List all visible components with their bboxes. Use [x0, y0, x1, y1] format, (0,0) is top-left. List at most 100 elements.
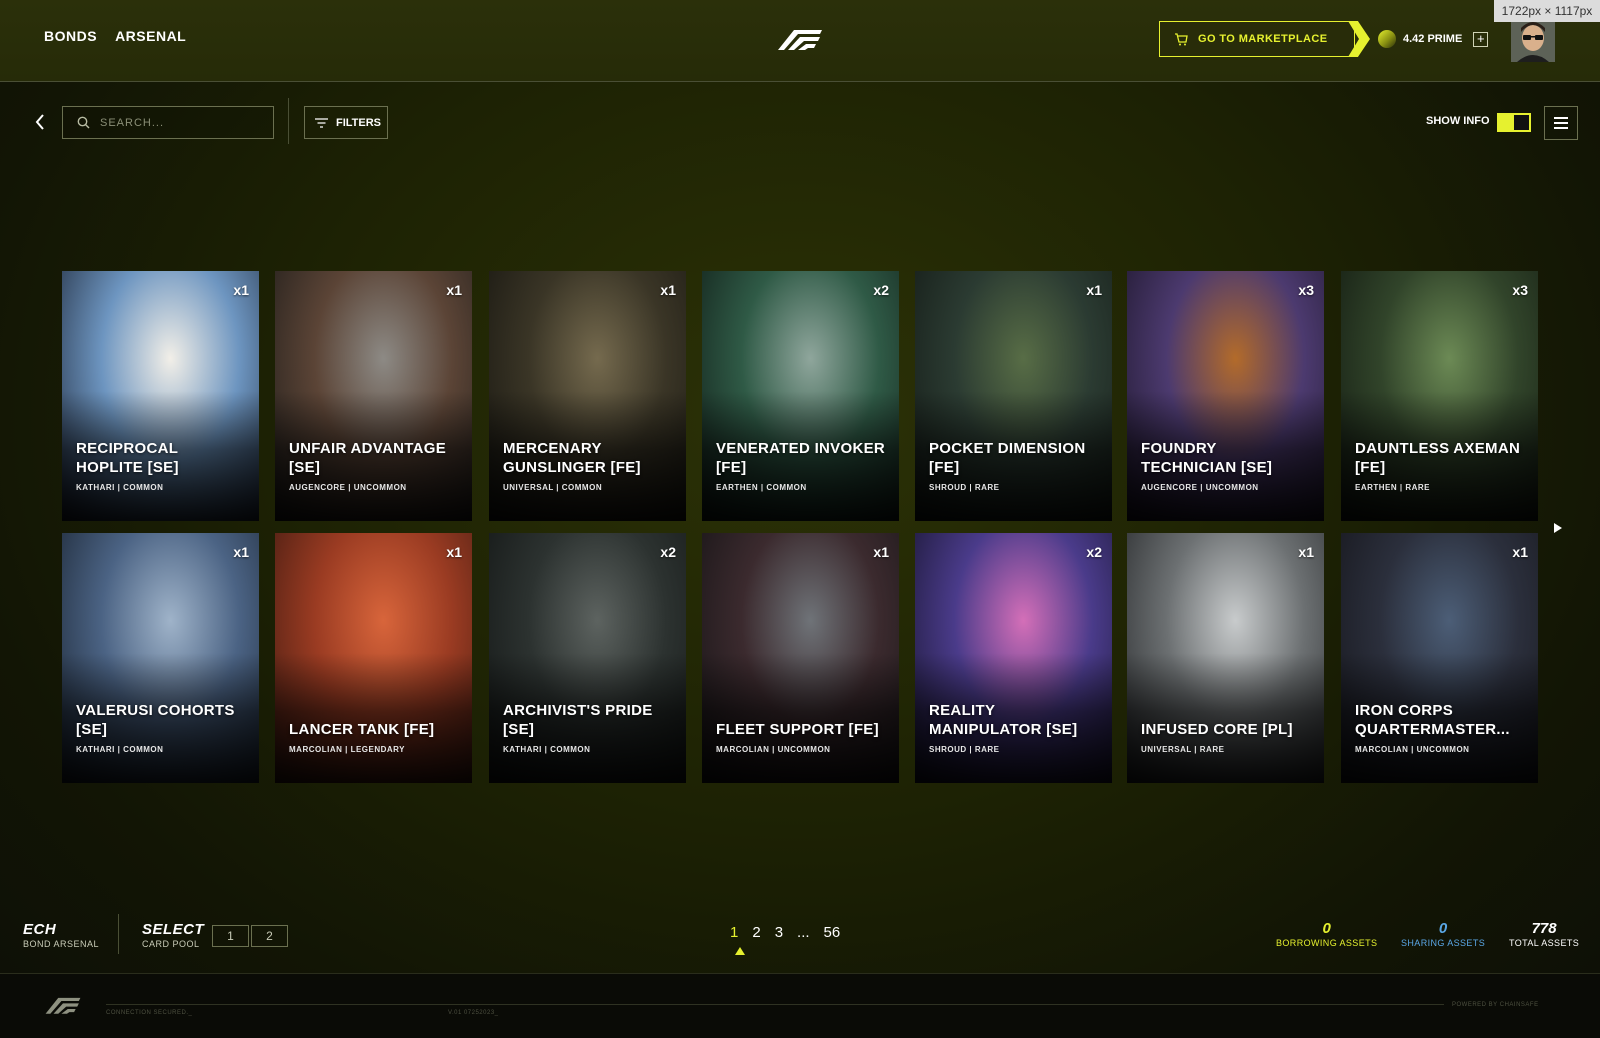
card-count: x1: [873, 544, 889, 560]
borrowing-assets-label: BORROWING ASSETS: [1276, 938, 1378, 948]
avatar-image-icon: [1511, 18, 1555, 62]
toggle-knob: [1514, 115, 1529, 130]
page-56[interactable]: 56: [824, 924, 841, 941]
card-faction-rarity: MARCOLIAN | LEGENDARY: [289, 745, 405, 754]
back-chevron-icon[interactable]: [32, 112, 48, 132]
card-count: x3: [1512, 282, 1528, 298]
select-title: SELECT: [142, 921, 205, 938]
bond-card[interactable]: x1 FLEET SUPPORT [FE] MARCOLIAN | UNCOMMON: [702, 533, 899, 783]
card-pool-1-button[interactable]: 1: [212, 925, 249, 947]
connection-status: CONNECTION SECURED._: [106, 1010, 193, 1016]
marketplace-label: GO TO MARKETPLACE: [1198, 33, 1328, 45]
main-nav: BONDS ARSENAL: [44, 28, 186, 44]
card-name: VALERUSI COHORTS [SE]: [76, 702, 235, 738]
select-block: SELECT CARD POOL: [142, 921, 204, 949]
card-shade: [702, 653, 899, 783]
nav-bonds[interactable]: BONDS: [44, 28, 97, 44]
card-name: DAUNTLESS AXEMAN [FE]: [1355, 440, 1521, 476]
show-info-label: SHOW INFO: [1426, 115, 1490, 127]
bottom-divider: [118, 914, 119, 954]
ech-subtitle: BOND ARSENAL: [23, 939, 100, 949]
footer: CONNECTION SECURED._ V.01 07252023_ POWE…: [0, 973, 1600, 1038]
card-count: x2: [873, 282, 889, 298]
card-faction-rarity: AUGENCORE | UNCOMMON: [289, 483, 407, 492]
page-1[interactable]: 1: [730, 924, 738, 941]
card-faction-rarity: UNIVERSAL | COMMON: [503, 483, 603, 492]
search-input[interactable]: [100, 116, 260, 129]
card-faction-rarity: AUGENCORE | UNCOMMON: [1141, 483, 1259, 492]
prime-balance: 4.42 PRIME +: [1378, 30, 1489, 48]
toolbar-divider: [288, 98, 289, 144]
go-to-marketplace-button[interactable]: GO TO MARKETPLACE: [1159, 21, 1370, 57]
bond-card[interactable]: x2 VENERATED INVOKER [FE] EARTHEN | COMMON: [702, 271, 899, 521]
bond-card[interactable]: x1 VALERUSI COHORTS [SE] KATHARI | COMMON: [62, 533, 259, 783]
nav-arsenal[interactable]: ARSENAL: [115, 28, 186, 44]
show-info-toggle[interactable]: [1497, 113, 1531, 132]
card-faction-rarity: EARTHEN | RARE: [1355, 483, 1431, 492]
card-name: LANCER TANK [FE]: [289, 721, 435, 738]
card-pool-2-button[interactable]: 2: [251, 925, 288, 947]
menu-button[interactable]: [1544, 106, 1578, 140]
search-icon: [77, 116, 90, 129]
card-count: x1: [233, 544, 249, 560]
filter-icon: [315, 117, 328, 128]
card-count: x1: [660, 282, 676, 298]
bond-card[interactable]: x1 POCKET DIMENSION [FE] SHROUD | RARE: [915, 271, 1112, 521]
card-faction-rarity: SHROUD | RARE: [929, 483, 1000, 492]
next-page-arrow-icon[interactable]: [1553, 522, 1563, 534]
ech-block: ECH BOND ARSENAL: [23, 921, 99, 949]
active-page-indicator-icon: [735, 947, 745, 955]
card-count: x1: [1512, 544, 1528, 560]
card-name: POCKET DIMENSION [FE]: [929, 440, 1086, 476]
card-name: IRON CORPS QUARTERMASTER...: [1355, 702, 1510, 738]
card-count: x1: [446, 544, 462, 560]
pagination: 1 2 3 ... 56: [730, 924, 840, 941]
cart-icon: [1175, 32, 1188, 45]
add-prime-button[interactable]: +: [1473, 31, 1489, 47]
page-ellipsis: ...: [797, 924, 810, 941]
borrowing-assets-count: 0: [1322, 920, 1331, 937]
card-name: FLEET SUPPORT [FE]: [716, 721, 879, 738]
card-name: REALITY MANIPULATOR [SE]: [929, 702, 1078, 738]
version-label: V.01 07252023_: [448, 1010, 499, 1016]
page-3[interactable]: 3: [775, 924, 783, 941]
hamburger-icon-line: [1554, 127, 1568, 129]
card-faction-rarity: UNIVERSAL | RARE: [1141, 745, 1225, 754]
filters-button[interactable]: FILTERS: [304, 106, 388, 139]
select-subtitle: CARD POOL: [142, 939, 200, 949]
search-box: [62, 106, 274, 139]
card-name: ARCHIVIST'S PRIDE [SE]: [503, 702, 653, 738]
total-assets-label: TOTAL ASSETS: [1509, 938, 1580, 948]
card-count: x1: [1298, 544, 1314, 560]
card-faction-rarity: MARCOLIAN | UNCOMMON: [716, 745, 831, 754]
powered-by-label: POWERED BY CHAINSAFE: [1452, 1002, 1539, 1008]
sharing-assets-stat: 0 SHARING ASSETS: [1401, 920, 1485, 948]
prime-value: 4.42 PRIME: [1403, 33, 1463, 45]
bond-card[interactable]: x1 LANCER TANK [FE] MARCOLIAN | LEGENDARY: [275, 533, 472, 783]
footer-line: [106, 1004, 1444, 1005]
bond-card[interactable]: x1 INFUSED CORE [PL] UNIVERSAL | RARE: [1127, 533, 1324, 783]
bond-card[interactable]: x2 ARCHIVIST'S PRIDE [SE] KATHARI | COMMON: [489, 533, 686, 783]
bond-card[interactable]: x1 IRON CORPS QUARTERMASTER... MARCOLIAN |…: [1341, 533, 1538, 783]
card-count: x3: [1298, 282, 1314, 298]
bond-card[interactable]: x3 DAUNTLESS AXEMAN [FE] EARTHEN | RARE: [1341, 271, 1538, 521]
page-2[interactable]: 2: [752, 924, 760, 941]
bond-card[interactable]: x2 REALITY MANIPULATOR [SE] SHROUD | RARE: [915, 533, 1112, 783]
filters-label: FILTERS: [336, 116, 382, 129]
bond-card[interactable]: x1 RECIPROCAL HOPLITE [SE] KATHARI | COMMO…: [62, 271, 259, 521]
marketplace-arrow-icon: [1348, 21, 1370, 57]
card-count: x1: [446, 282, 462, 298]
card-faction-rarity: MARCOLIAN | UNCOMMON: [1355, 745, 1470, 754]
bond-card[interactable]: x3 FOUNDRY TECHNICIAN [SE] AUGENCORE | UNC…: [1127, 271, 1324, 521]
card-name: FOUNDRY TECHNICIAN [SE]: [1141, 440, 1273, 476]
total-assets-stat: 778 TOTAL ASSETS: [1509, 920, 1579, 948]
card-count: x2: [660, 544, 676, 560]
total-assets-count: 778: [1531, 920, 1557, 937]
card-name: RECIPROCAL HOPLITE [SE]: [76, 440, 179, 476]
bond-card[interactable]: x1 UNFAIR ADVANTAGE [SE] AUGENCORE | UNCOM…: [275, 271, 472, 521]
user-avatar[interactable]: [1511, 18, 1555, 62]
brand-logo-icon[interactable]: [776, 26, 824, 52]
card-name: VENERATED INVOKER [FE]: [716, 440, 886, 476]
bond-card[interactable]: x1 MERCENARY GUNSLINGER [FE] UNIVERSAL | C…: [489, 271, 686, 521]
card-shade: [1127, 653, 1324, 783]
